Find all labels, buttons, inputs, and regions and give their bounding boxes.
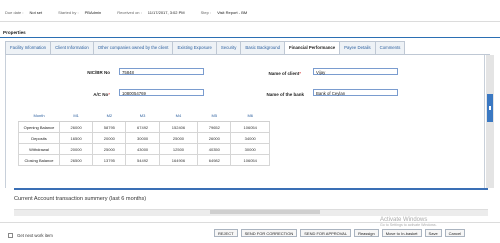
row-label: Deposits <box>18 132 60 144</box>
table-cell[interactable]: 20000 <box>92 132 127 144</box>
tab-basic-background[interactable]: Basic Background <box>240 41 286 54</box>
column-header: M5 <box>197 110 231 122</box>
row-label: Withdrawal <box>18 143 60 155</box>
table-cell[interactable]: 106054 <box>230 154 270 166</box>
column-header: M4 <box>159 110 198 122</box>
table-cell[interactable]: 106054 <box>230 121 270 133</box>
header-divider <box>0 21 500 22</box>
tab-security[interactable]: Security <box>215 41 242 54</box>
table-row: Opening Balance 26000 58795 67492 152406… <box>18 121 270 133</box>
table-cell[interactable]: 54492 <box>125 154 160 166</box>
properties-underline <box>0 37 500 38</box>
nic-label: NIC/BR No <box>87 70 110 75</box>
send-for-approval-button[interactable]: SEND FOR APPROVAL <box>300 229 352 237</box>
table-cell[interactable]: 58795 <box>92 121 127 133</box>
table-cell[interactable]: 13795 <box>92 154 127 166</box>
section-title: Current Account transaction summery (las… <box>14 196 147 202</box>
table-row: Withdrawal 20000 25000 43000 12500 40350… <box>18 143 270 155</box>
tab-payee-details[interactable]: Payee Details <box>339 41 376 54</box>
tab-facility-information[interactable]: Facility Information <box>5 41 52 54</box>
table-cell[interactable]: 16500 <box>58 132 94 144</box>
due-date-label: Due date : <box>5 10 24 15</box>
bank-name-input[interactable]: Bank of Ceylan <box>313 89 398 96</box>
column-header: Month <box>18 110 60 122</box>
table-cell[interactable]: 79652 <box>197 121 232 133</box>
client-name-input[interactable]: Vijay <box>313 68 398 75</box>
table-row: Deposits 16500 20000 30000 25000 26000 3… <box>18 132 270 144</box>
table-cell[interactable]: 164906 <box>158 154 199 166</box>
column-header: M3 <box>125 110 160 122</box>
started-by-label: Started by : <box>58 10 79 15</box>
due-date-value: Not set <box>29 10 43 15</box>
action-buttons: REJECT SEND FOR CORRECTION SEND FOR APPR… <box>214 229 466 237</box>
horizontal-scroll-thumb[interactable] <box>210 210 320 214</box>
watermark-line2: Go to Settings to activate Windows. <box>380 223 437 227</box>
tab-bar: Facility Information Client Information … <box>5 41 406 54</box>
table-cell[interactable]: 64982 <box>197 154 232 166</box>
scroll-grip-icon <box>489 106 491 110</box>
get-next-work-item-label: Get next work item <box>17 233 53 238</box>
tab-other-companies[interactable]: Other companies owned by the client <box>92 41 174 54</box>
reassign-button[interactable]: Reassign <box>354 229 379 237</box>
table-row: Closing Balance 26500 13795 54492 164906… <box>18 154 270 166</box>
table-cell[interactable]: 40350 <box>197 143 232 155</box>
footer-divider <box>0 222 500 223</box>
nic-input[interactable]: 75848 <box>119 68 204 75</box>
step-label: Step : <box>200 10 212 15</box>
get-next-work-item-checkbox[interactable] <box>8 233 13 238</box>
row-label: Closing Balance <box>18 154 60 166</box>
column-header: M2 <box>92 110 126 122</box>
started-by-value: PBAdmin <box>84 10 102 15</box>
work-item-meta: Due date : Not set Started by : PBAdmin … <box>5 10 247 15</box>
table-header-row: Month M1 M2 M3 M4 M5 M6 <box>18 110 270 122</box>
table-cell[interactable]: 26000 <box>58 121 94 133</box>
table-cell[interactable]: 43000 <box>125 143 160 155</box>
tab-comments[interactable]: Comments <box>374 41 406 54</box>
row-label: Opening Balance <box>18 121 60 133</box>
table-cell[interactable]: 30000 <box>125 132 160 144</box>
section-divider <box>14 188 488 190</box>
table-cell[interactable]: 26000 <box>197 132 232 144</box>
client-name-label: Name of client* <box>268 71 301 76</box>
reject-button[interactable]: REJECT <box>214 229 238 237</box>
tab-properties[interactable]: Properties <box>3 30 26 35</box>
move-to-inbasket-button[interactable]: Move to In-basket <box>381 229 422 237</box>
transaction-table: Month M1 M2 M3 M4 M5 M6 Opening Balance … <box>18 110 270 166</box>
table-cell[interactable]: 34000 <box>230 132 270 144</box>
table-cell[interactable]: 20000 <box>58 143 94 155</box>
received-on-value: 11/17/2017, 3:02 PM <box>147 10 185 15</box>
step-value: Visit Report - BM <box>217 10 248 15</box>
table-cell[interactable]: 12500 <box>158 143 199 155</box>
table-cell[interactable]: 67492 <box>125 121 160 133</box>
ac-no-input[interactable]: 1080054769 <box>119 89 204 96</box>
table-cell[interactable]: 26500 <box>58 154 94 166</box>
column-header: M1 <box>59 110 93 122</box>
table-cell[interactable]: 25000 <box>92 143 127 155</box>
ac-no-label: A/C No* <box>93 92 110 97</box>
save-button[interactable]: Save <box>424 229 442 237</box>
received-on-label: Received on : <box>117 10 142 15</box>
table-cell[interactable]: 152406 <box>158 121 199 133</box>
bank-name-label: Name of the bank <box>266 92 304 97</box>
get-next-work-item: Get next work item <box>8 233 53 238</box>
table-cell[interactable]: 25000 <box>158 132 199 144</box>
column-header: M6 <box>230 110 270 122</box>
tab-financial-performance[interactable]: Financial Performance <box>284 41 341 54</box>
cancel-button[interactable]: Cancel <box>444 229 466 237</box>
tab-client-information[interactable]: Client Information <box>50 41 94 54</box>
tab-existing-exposure[interactable]: Existing Exposure <box>172 41 217 54</box>
send-for-correction-button[interactable]: SEND FOR CORRECTION <box>240 229 298 237</box>
table-cell[interactable]: 30000 <box>230 143 270 155</box>
